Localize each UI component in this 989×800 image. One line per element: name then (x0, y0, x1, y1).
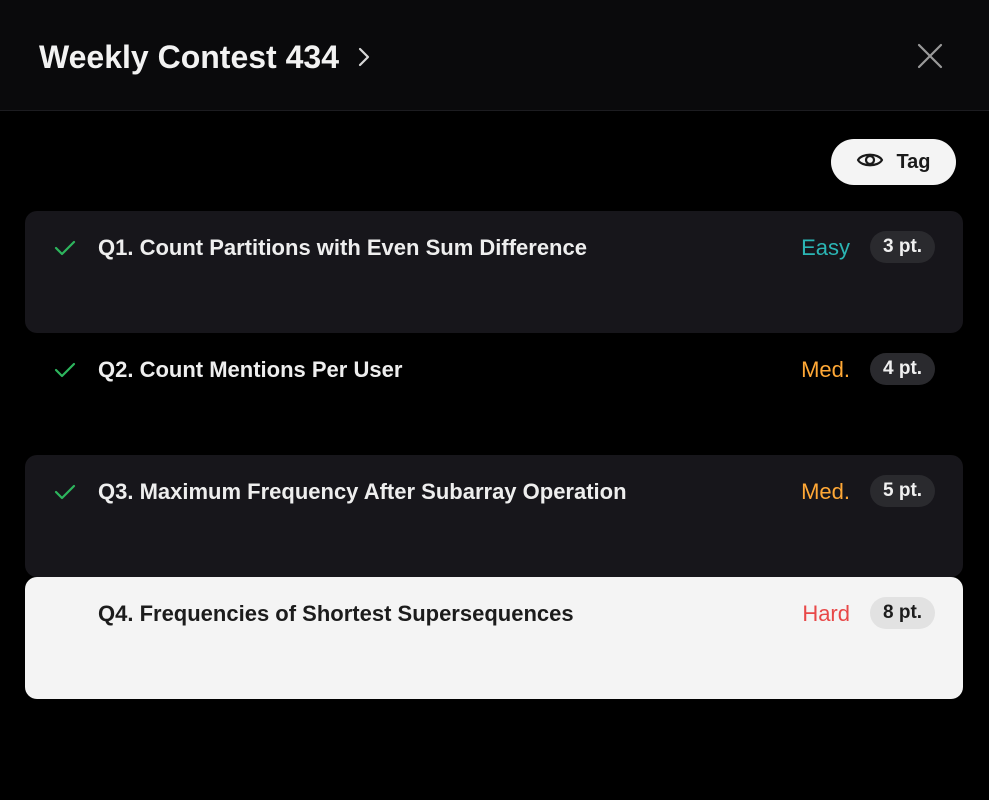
difficulty-label: Hard (802, 601, 850, 626)
check-icon (54, 240, 76, 256)
eye-icon (856, 150, 884, 175)
points-badge: 5 pt. (870, 475, 936, 507)
difficulty-label: Med. (801, 357, 850, 382)
question-row-q1[interactable]: Q1. Count Partitions with Even Sum Diffe… (25, 211, 963, 333)
difficulty-label: Med. (801, 479, 850, 504)
contest-panel: Weekly Contest 434 Tag Q1. Count Partiti… (0, 0, 989, 800)
contest-title-link[interactable]: Weekly Contest 434 (39, 36, 371, 78)
points-badge: 8 pt. (870, 597, 936, 629)
question-title: Q4. Frequencies of Shortest Supersequenc… (98, 601, 574, 626)
close-button[interactable] (910, 36, 950, 76)
question-title: Q1. Count Partitions with Even Sum Diffe… (98, 235, 587, 260)
difficulty-label: Easy (801, 235, 850, 260)
question-title: Q3. Maximum Frequency After Subarray Ope… (98, 479, 627, 504)
tag-label: Tag (896, 150, 931, 173)
check-icon (54, 362, 76, 378)
close-icon (917, 43, 943, 69)
chevron-right-icon (357, 46, 371, 68)
points-badge: 3 pt. (870, 231, 936, 263)
question-row-q2[interactable]: Q2. Count Mentions Per User Med. 4 pt. (25, 333, 963, 455)
points-badge: 4 pt. (870, 353, 936, 385)
contest-title: Weekly Contest 434 (39, 38, 339, 75)
tag-toggle-button[interactable]: Tag (831, 139, 956, 185)
check-icon (54, 484, 76, 500)
question-row-q3[interactable]: Q3. Maximum Frequency After Subarray Ope… (25, 455, 963, 577)
panel-header: Weekly Contest 434 (0, 0, 989, 111)
question-title: Q2. Count Mentions Per User (98, 357, 403, 382)
question-row-q4[interactable]: Q4. Frequencies of Shortest Supersequenc… (25, 577, 963, 699)
